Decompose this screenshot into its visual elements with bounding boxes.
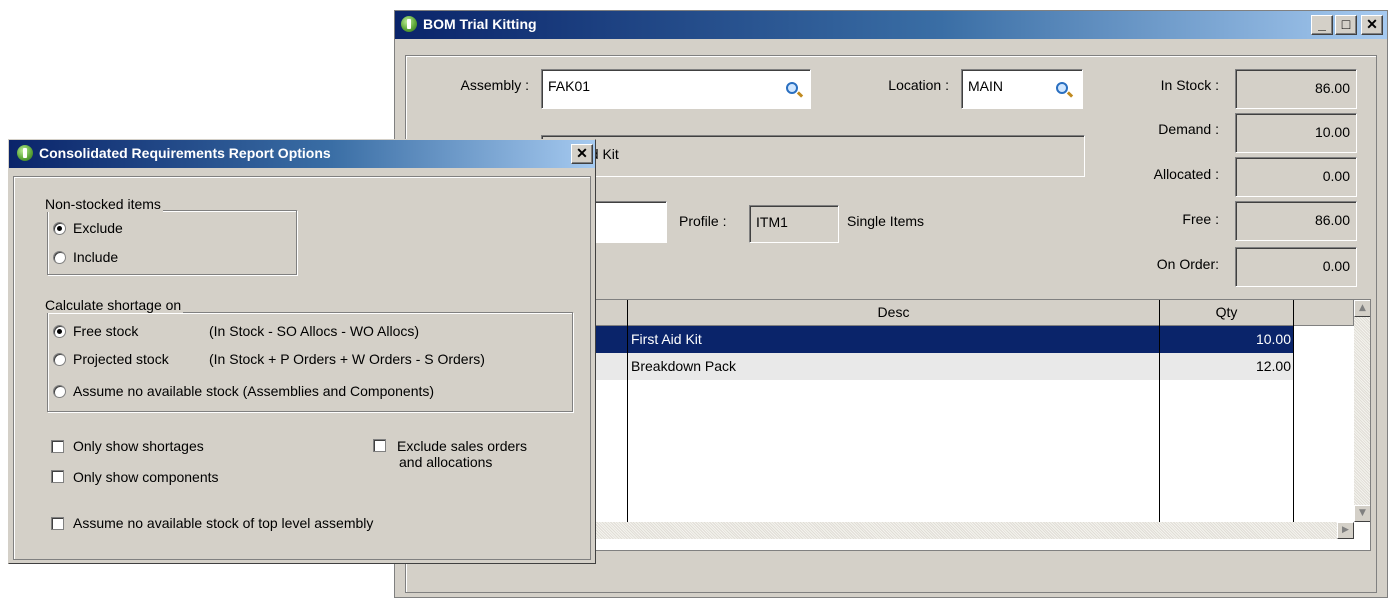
- in-stock-field: 86.00: [1235, 69, 1357, 109]
- maximize-icon: □: [1341, 16, 1351, 32]
- exclude-sales-orders-label-line2[interactable]: and allocations: [399, 454, 492, 470]
- only-components-checkbox[interactable]: [51, 470, 64, 483]
- location-label: Location :: [888, 77, 949, 93]
- bom-title: BOM Trial Kitting: [423, 16, 537, 32]
- demand-label: Demand :: [1158, 121, 1219, 137]
- dialog-titlebar[interactable]: Consolidated Requirements Report Options…: [9, 140, 595, 168]
- close-icon: ✕: [1366, 16, 1378, 32]
- table-row[interactable]: First Aid Kit 10.00: [542, 326, 1294, 353]
- profile-field: ITM1: [749, 205, 839, 243]
- grid-column-divider: [1293, 300, 1294, 522]
- close-icon: ✕: [576, 145, 588, 161]
- grid-column-divider: [627, 300, 628, 522]
- scroll-up-icon[interactable]: ▲: [1354, 300, 1370, 317]
- allocated-field: 0.00: [1235, 157, 1357, 197]
- bom-titlebar[interactable]: BOM Trial Kitting _ □ ✕: [395, 11, 1387, 39]
- grid-header-filler: [1294, 300, 1354, 326]
- grid-header-qty[interactable]: Qty: [1160, 300, 1294, 326]
- assembly-label: Assembly :: [460, 77, 529, 93]
- components-grid[interactable]: Desc Qty First Aid Kit 10.00 Breakdown P…: [541, 299, 1371, 551]
- minimize-icon: _: [1318, 16, 1326, 32]
- vertical-scrollbar[interactable]: ▲ ▼: [1354, 300, 1370, 522]
- row-qty: 12.00: [1255, 358, 1291, 374]
- exclude-radio[interactable]: [53, 222, 66, 235]
- scroll-down-icon[interactable]: ▼: [1354, 505, 1370, 522]
- app-icon: [401, 16, 417, 32]
- shortage-legend: Calculate shortage on: [43, 297, 184, 313]
- scroll-right-icon[interactable]: ▶: [1337, 522, 1354, 539]
- assume-top-level-label[interactable]: Assume no available stock of top level a…: [73, 515, 373, 531]
- include-radio[interactable]: [53, 251, 66, 264]
- assembly-description-field: First Aid Kit: [541, 135, 1085, 177]
- grid-header-desc[interactable]: Desc: [628, 300, 1160, 326]
- horizontal-scrollbar[interactable]: ▶: [542, 522, 1354, 539]
- exclude-sales-orders-label[interactable]: Exclude sales orders: [397, 438, 527, 454]
- dialog-close-button[interactable]: ✕: [571, 144, 593, 164]
- row-desc: Breakdown Pack: [631, 358, 737, 374]
- exclude-sales-orders-checkbox[interactable]: [373, 439, 386, 452]
- only-shortages-label[interactable]: Only show shortages: [73, 438, 204, 454]
- only-components-label[interactable]: Only show components: [73, 469, 219, 485]
- free-label: Free :: [1182, 211, 1219, 227]
- assume-no-stock-label[interactable]: Assume no available stock (Assemblies an…: [73, 383, 434, 399]
- table-row[interactable]: Breakdown Pack 12.00: [542, 353, 1294, 380]
- nonstocked-legend: Non-stocked items: [43, 196, 163, 212]
- search-icon[interactable]: [1056, 82, 1068, 94]
- allocated-label: Allocated :: [1153, 166, 1219, 182]
- grid-column-divider: [1159, 300, 1160, 522]
- on-order-label: On Order:: [1156, 256, 1219, 272]
- location-input[interactable]: MAIN: [961, 69, 1083, 109]
- free-stock-note: (In Stock - SO Allocs - WO Allocs): [209, 323, 420, 339]
- free-stock-label[interactable]: Free stock: [73, 323, 138, 339]
- row-qty: 10.00: [1255, 331, 1291, 347]
- free-stock-radio[interactable]: [53, 325, 66, 338]
- only-shortages-checkbox[interactable]: [51, 440, 64, 453]
- demand-field: 10.00: [1235, 113, 1357, 153]
- free-field: 86.00: [1235, 201, 1357, 241]
- in-stock-label: In Stock :: [1160, 77, 1219, 93]
- projected-stock-note: (In Stock + P Orders + W Orders - S Orde…: [209, 351, 485, 367]
- assume-top-level-checkbox[interactable]: [51, 517, 64, 530]
- include-label[interactable]: Include: [73, 249, 118, 265]
- minimize-button[interactable]: _: [1311, 15, 1333, 35]
- row-desc: First Aid Kit: [631, 331, 702, 347]
- projected-stock-label[interactable]: Projected stock: [73, 351, 169, 367]
- on-order-field: 0.00: [1235, 247, 1357, 287]
- close-button[interactable]: ✕: [1361, 15, 1383, 35]
- profile-description: Single Items: [847, 213, 925, 229]
- assume-no-stock-radio[interactable]: [53, 385, 66, 398]
- projected-stock-radio[interactable]: [53, 353, 66, 366]
- exclude-label[interactable]: Exclude: [73, 220, 123, 236]
- app-icon: [17, 145, 33, 161]
- profile-label: Profile :: [679, 213, 727, 229]
- dialog-title: Consolidated Requirements Report Options: [39, 145, 331, 161]
- report-options-dialog: Consolidated Requirements Report Options…: [8, 139, 596, 564]
- assembly-input[interactable]: FAK01: [541, 69, 811, 109]
- search-icon[interactable]: [786, 82, 798, 94]
- maximize-button[interactable]: □: [1335, 15, 1357, 35]
